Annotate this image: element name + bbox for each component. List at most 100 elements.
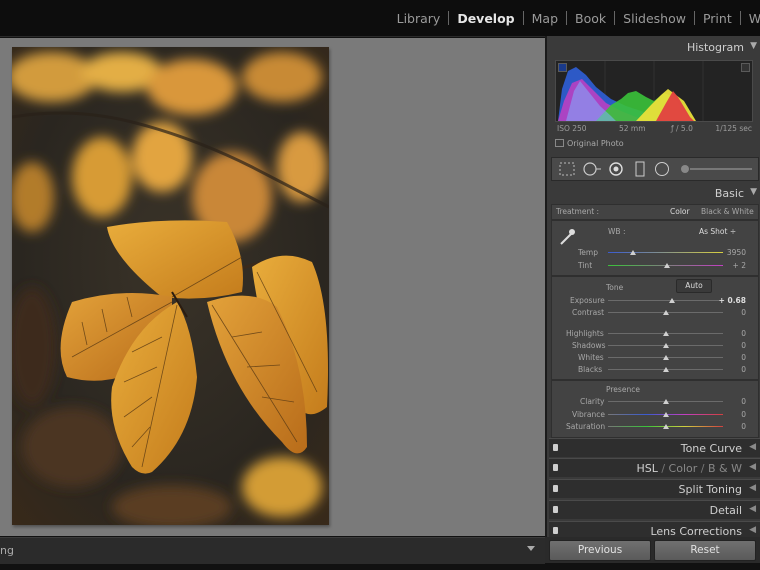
histogram-header[interactable]: Histogram ▼ <box>547 37 760 57</box>
toolbar-menu-icon[interactable] <box>527 546 535 551</box>
triangle-left-icon: ◀ <box>749 525 756 535</box>
panel-switch-icon[interactable] <box>553 485 558 492</box>
blacks-value[interactable]: 0 <box>741 365 746 374</box>
wb-dropdown[interactable]: As Shot ÷ <box>699 227 736 236</box>
tone-label: Tone <box>606 283 624 292</box>
eyedropper-icon[interactable] <box>558 227 576 247</box>
contrast-label: Contrast <box>572 308 605 317</box>
spot-removal-icon[interactable] <box>582 161 602 177</box>
panel-switch-icon[interactable] <box>553 506 558 513</box>
exposure-slider-thumb[interactable] <box>669 298 676 303</box>
exposure-slider-track[interactable] <box>608 300 723 301</box>
highlight-clipping-icon[interactable] <box>741 63 750 72</box>
checkbox-icon[interactable] <box>555 139 564 147</box>
triangle-left-icon: ◀ <box>749 442 756 452</box>
module-web[interactable]: Web <box>741 11 760 26</box>
temp-value[interactable]: 3950 <box>727 248 746 257</box>
vibrance-slider-thumb[interactable] <box>662 412 669 417</box>
module-map[interactable]: Map <box>524 11 566 26</box>
vibrance-value[interactable]: 0 <box>741 410 746 419</box>
split-toning-header[interactable]: Split Toning ◀ <box>549 479 760 498</box>
previous-button[interactable]: Previous <box>549 540 651 561</box>
auto-tone-button[interactable]: Auto <box>676 279 712 293</box>
tint-value[interactable]: + 2 <box>733 261 746 270</box>
blacks-slider-thumb[interactable] <box>662 367 669 372</box>
tone-curve-header[interactable]: Tone Curve ◀ <box>549 438 760 457</box>
module-slideshow[interactable]: Slideshow <box>615 11 694 26</box>
histogram-graph[interactable] <box>555 60 753 122</box>
shadow-clipping-icon[interactable] <box>558 63 567 72</box>
module-develop[interactable]: Develop <box>449 11 522 26</box>
module-book[interactable]: Book <box>567 11 614 26</box>
histogram-iso: ISO 250 <box>557 124 587 133</box>
bw-tab[interactable]: B & W <box>708 462 742 475</box>
treatment-label: Treatment : <box>556 207 600 216</box>
triangle-left-icon: ◀ <box>749 462 756 472</box>
contrast-slider-thumb[interactable] <box>662 310 669 315</box>
saturation-value[interactable]: 0 <box>741 422 746 431</box>
treatment-bw-button[interactable]: Black & White <box>701 207 754 216</box>
temp-slider-thumb[interactable] <box>630 250 637 255</box>
tone-section: Tone Auto Exposure + 0.68 Contrast 0 Hig… <box>551 276 759 380</box>
histogram-focal-length: 52 mm <box>619 124 646 133</box>
exposure-value[interactable]: + 0.68 <box>719 296 746 305</box>
panel-switch-icon[interactable] <box>553 464 558 471</box>
tint-label: Tint <box>578 261 593 270</box>
hsl-tabs: HSL / Color / B & W <box>636 462 742 475</box>
autumn-leaves-photo <box>12 47 329 525</box>
hsl-header[interactable]: HSL / Color / B & W ◀ <box>549 458 760 477</box>
radial-filter-icon[interactable] <box>654 161 670 177</box>
original-photo-toggle[interactable]: Original Photo <box>555 139 624 148</box>
adjustment-brush-icon[interactable] <box>680 161 754 177</box>
panel-switch-icon[interactable] <box>553 527 558 534</box>
clarity-value[interactable]: 0 <box>741 397 746 406</box>
histogram-title: Histogram <box>686 41 744 54</box>
detail-header[interactable]: Detail ◀ <box>549 500 760 519</box>
triangle-left-icon: ◀ <box>749 483 756 493</box>
shadows-value[interactable]: 0 <box>741 341 746 350</box>
shadows-slider-thumb[interactable] <box>662 343 669 348</box>
tint-slider-thumb[interactable] <box>663 263 670 268</box>
right-panel: Histogram ▼ ISO 250 52 mm ƒ / 5.0 1/125 … <box>545 36 760 563</box>
whites-slider-thumb[interactable] <box>662 355 669 360</box>
histogram-shutter: 1/125 sec <box>715 124 752 133</box>
basic-title: Basic <box>714 187 744 200</box>
presence-section: Presence Clarity 0 Vibrance 0 Saturation… <box>551 380 759 438</box>
highlights-slider-thumb[interactable] <box>662 331 669 336</box>
triangle-down-icon: ▼ <box>750 187 757 197</box>
temp-label: Temp <box>578 248 598 257</box>
image-canvas[interactable] <box>0 38 545 536</box>
canvas-toolbar: ng <box>0 537 545 564</box>
exposure-label: Exposure <box>570 296 605 305</box>
red-eye-icon[interactable] <box>608 161 624 177</box>
saturation-slider-thumb[interactable] <box>662 424 669 429</box>
module-picker-bar: Library Develop Map Book Slideshow Print… <box>0 0 760 37</box>
basic-header[interactable]: Basic ▼ <box>547 183 760 203</box>
tab-separator: / <box>661 462 666 475</box>
clarity-label: Clarity <box>580 397 605 406</box>
triangle-down-icon: ▼ <box>750 41 757 51</box>
presence-label: Presence <box>606 385 640 394</box>
temp-slider-track[interactable] <box>608 252 723 253</box>
hsl-tab[interactable]: HSL <box>636 462 657 475</box>
triangle-left-icon: ◀ <box>749 504 756 514</box>
whites-value[interactable]: 0 <box>741 353 746 362</box>
white-balance-section: WB : As Shot ÷ Temp 3950 Tint + 2 <box>551 220 759 276</box>
highlights-value[interactable]: 0 <box>741 329 746 338</box>
photo-preview[interactable] <box>12 47 329 525</box>
panel-switch-icon[interactable] <box>553 444 558 451</box>
contrast-value[interactable]: 0 <box>741 308 746 317</box>
treatment-color-button[interactable]: Color <box>670 207 690 216</box>
module-library[interactable]: Library <box>389 11 449 26</box>
color-tab[interactable]: Color <box>669 462 698 475</box>
vibrance-label: Vibrance <box>572 410 605 419</box>
graduated-filter-icon[interactable] <box>634 161 646 177</box>
reset-button[interactable]: Reset <box>654 540 756 561</box>
crop-overlay-icon[interactable] <box>559 162 575 176</box>
tab-separator: / <box>700 462 705 475</box>
shadows-label: Shadows <box>572 341 606 350</box>
clarity-slider-thumb[interactable] <box>662 399 669 404</box>
histogram-plot <box>556 61 752 121</box>
module-print[interactable]: Print <box>695 11 740 26</box>
panel-button-bar: Previous Reset <box>545 537 760 563</box>
